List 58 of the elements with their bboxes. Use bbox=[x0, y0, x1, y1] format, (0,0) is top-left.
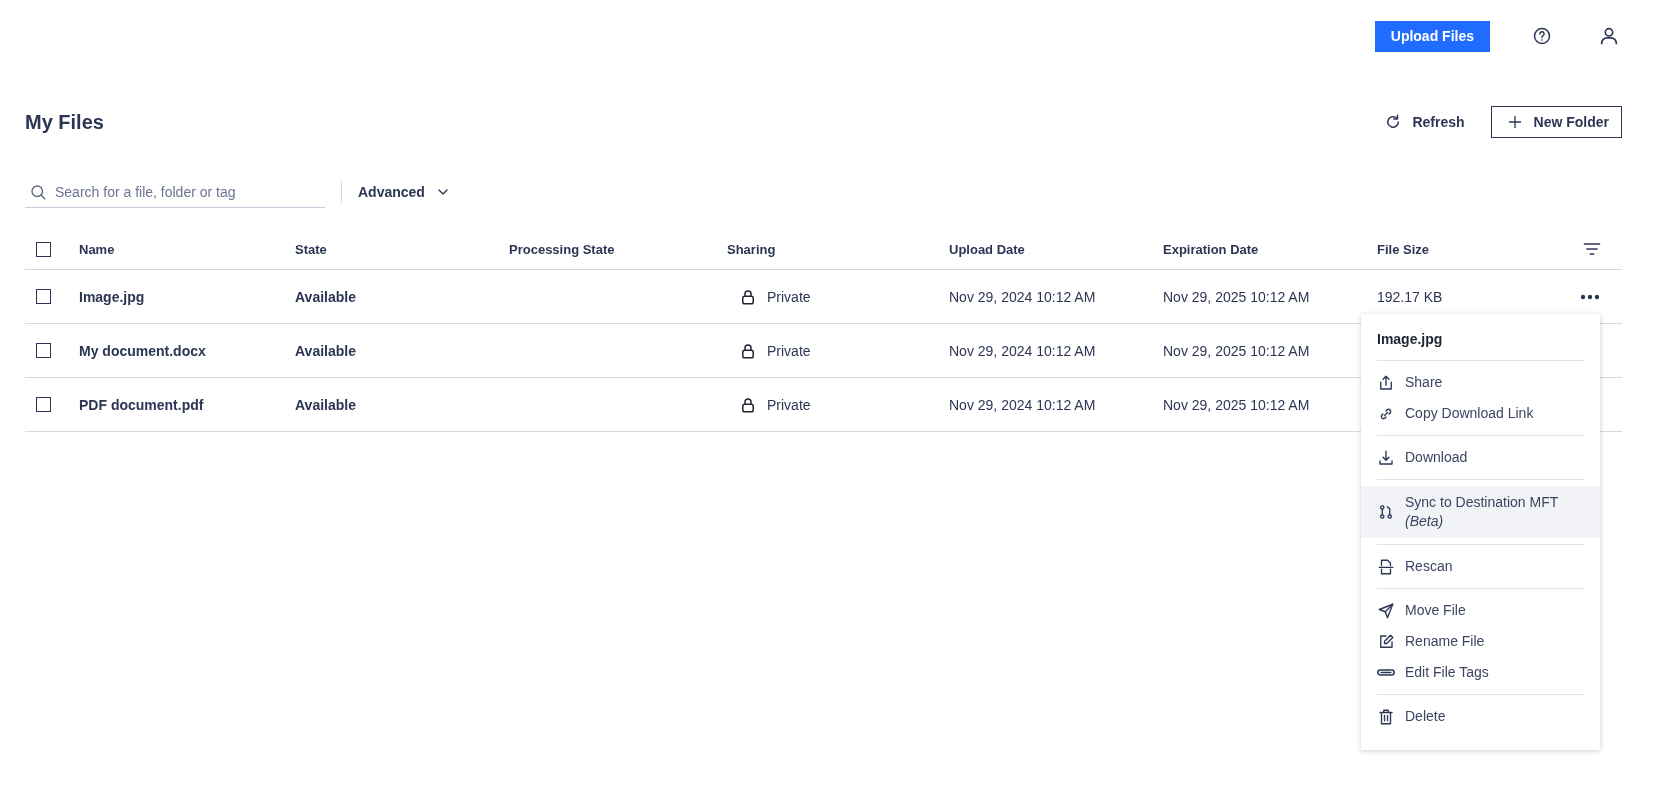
menu-item[interactable]: Rename File bbox=[1361, 626, 1600, 657]
column-header[interactable]: Sharing bbox=[727, 241, 776, 257]
upload-date: Nov 29, 2024 10:12 AM bbox=[949, 396, 1096, 413]
menu-item[interactable]: Edit File Tags bbox=[1361, 657, 1600, 688]
page-title: My Files bbox=[25, 110, 104, 134]
row-checkbox[interactable] bbox=[36, 289, 51, 304]
file-name[interactable]: PDF document.pdf bbox=[79, 396, 204, 413]
menu-item[interactable]: Download bbox=[1361, 442, 1600, 473]
user-icon[interactable] bbox=[1598, 25, 1620, 47]
expiration-date: Nov 29, 2025 10:12 AM bbox=[1163, 288, 1310, 305]
expiration-date: Nov 29, 2025 10:12 AM bbox=[1163, 396, 1310, 413]
search-icon bbox=[29, 183, 47, 201]
column-header[interactable]: State bbox=[295, 241, 327, 257]
column-header[interactable]: Upload Date bbox=[949, 241, 1025, 257]
menu-item[interactable]: Sync to Destination MFT (Beta) bbox=[1361, 486, 1600, 538]
sharing-text: Private bbox=[767, 396, 811, 413]
menu-title: Image.jpg bbox=[1376, 330, 1444, 349]
lock-icon bbox=[739, 395, 757, 414]
file-name[interactable]: Image.jpg bbox=[79, 288, 145, 305]
select-all-checkbox[interactable] bbox=[36, 241, 51, 257]
lock-icon bbox=[739, 341, 757, 360]
menu-item[interactable]: Move File bbox=[1361, 595, 1600, 626]
more-options-icon[interactable] bbox=[1580, 293, 1600, 300]
state-text: Available bbox=[295, 288, 356, 305]
send-icon bbox=[1377, 601, 1395, 620]
upload-date: Nov 29, 2024 10:12 AM bbox=[949, 288, 1096, 305]
expiration-date: Nov 29, 2025 10:12 AM bbox=[1163, 342, 1310, 359]
menu-item[interactable]: Copy Download Link bbox=[1361, 398, 1600, 429]
new-folder-button[interactable]: New Folder bbox=[1490, 106, 1622, 138]
sharing-text: Private bbox=[767, 288, 811, 305]
column-header[interactable]: Processing State bbox=[509, 241, 615, 257]
menu-item[interactable]: Delete bbox=[1361, 701, 1600, 732]
row-checkbox[interactable] bbox=[36, 397, 51, 412]
tag-icon bbox=[1377, 669, 1395, 676]
upload-files-button[interactable]: Upload Files bbox=[1374, 20, 1490, 52]
menu-item[interactable]: Share bbox=[1361, 367, 1600, 398]
share-icon bbox=[1377, 373, 1395, 392]
branch-icon bbox=[1377, 503, 1395, 521]
search-field[interactable]: Search for a file, folder or tag bbox=[25, 176, 325, 208]
state-text: Available bbox=[295, 342, 356, 359]
file-size: 192.17 KB bbox=[1377, 288, 1443, 305]
trash-icon bbox=[1377, 707, 1395, 726]
upload-date: Nov 29, 2024 10:12 AM bbox=[949, 342, 1096, 359]
sharing-text: Private bbox=[767, 342, 811, 359]
menu-item[interactable]: Rescan bbox=[1361, 551, 1600, 582]
file-name[interactable]: My document.docx bbox=[79, 342, 206, 359]
column-header[interactable]: File Size bbox=[1377, 241, 1430, 257]
row-checkbox[interactable] bbox=[36, 343, 51, 358]
edit-icon bbox=[1377, 632, 1395, 651]
lock-icon bbox=[739, 287, 757, 306]
advanced-dropdown[interactable]: Advanced bbox=[358, 184, 451, 200]
help-icon[interactable] bbox=[1532, 26, 1552, 46]
column-header[interactable]: Expiration Date bbox=[1163, 241, 1259, 257]
download-icon bbox=[1377, 448, 1395, 467]
document-icon bbox=[1377, 557, 1395, 576]
refresh-button[interactable]: Refresh bbox=[1380, 109, 1469, 135]
column-header[interactable]: Name bbox=[79, 241, 115, 257]
state-text: Available bbox=[295, 396, 356, 413]
